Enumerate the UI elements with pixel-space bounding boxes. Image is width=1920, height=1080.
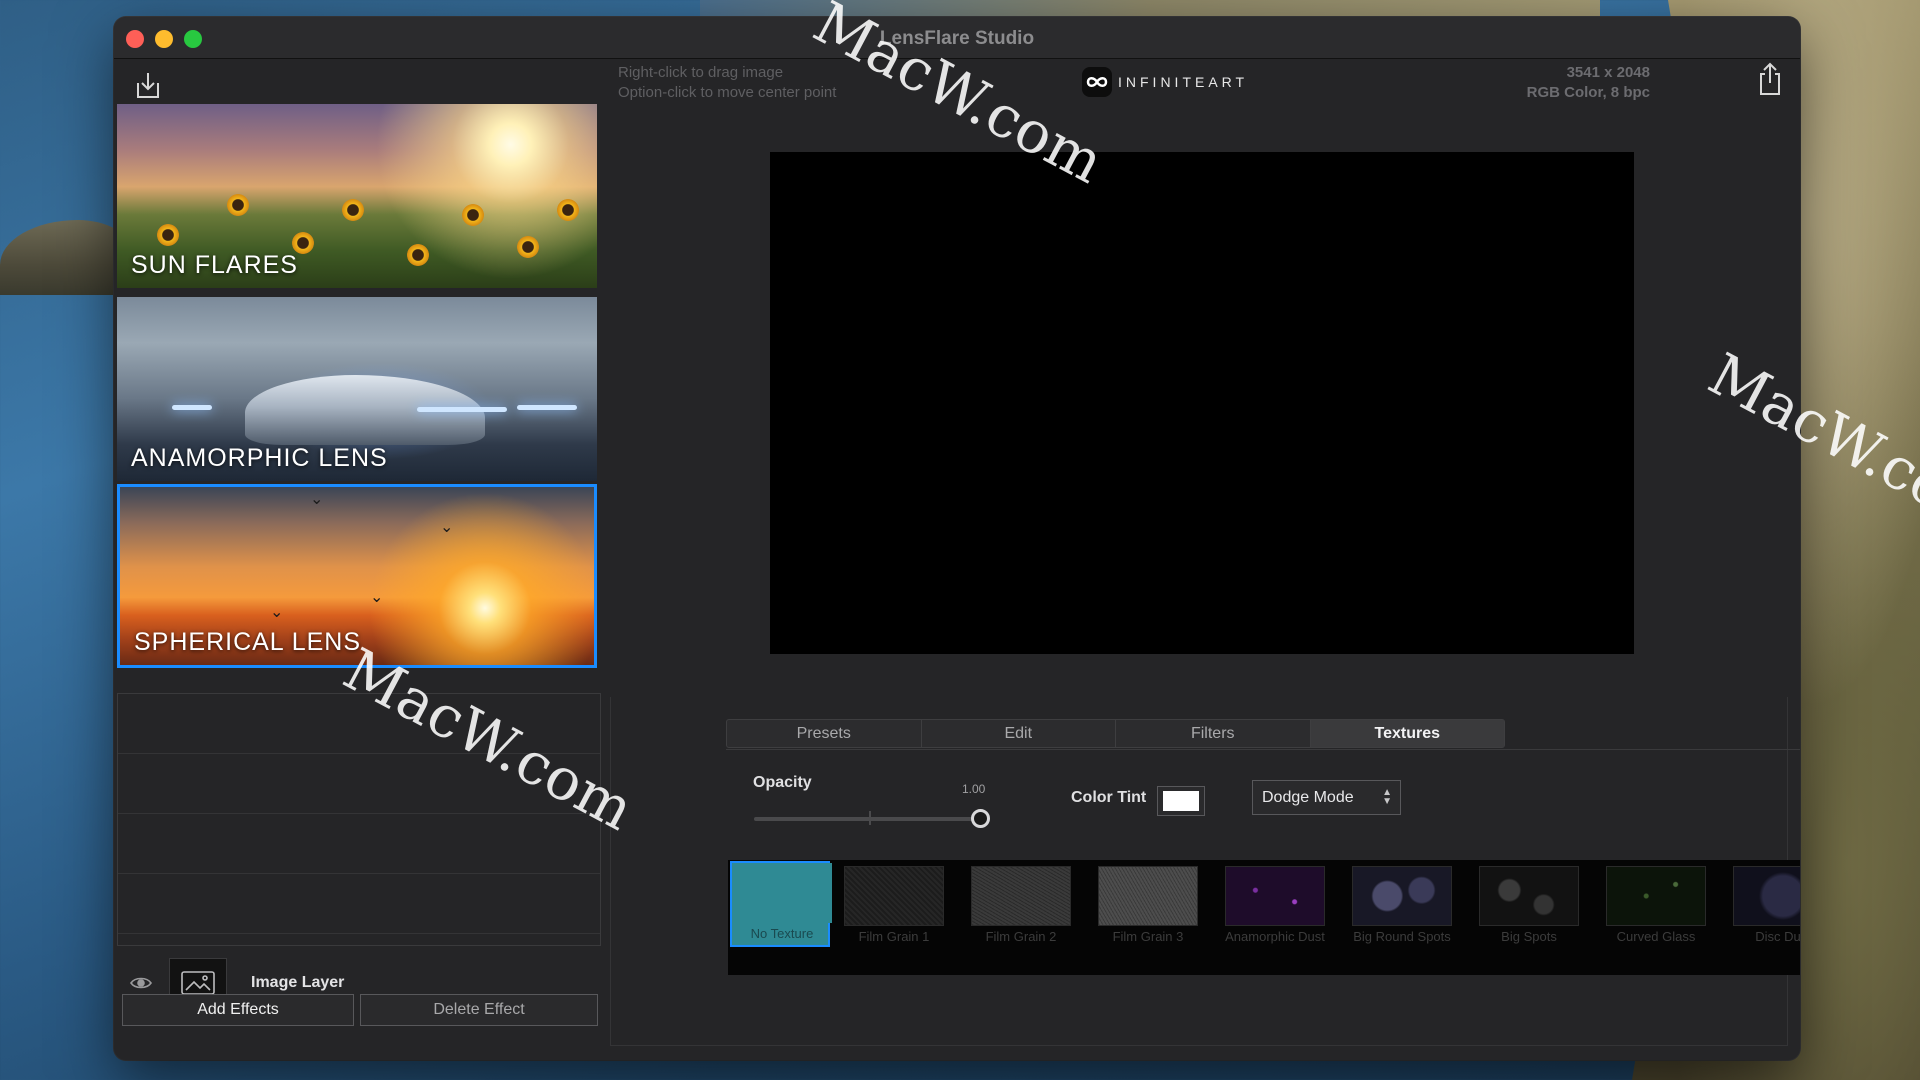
bird-decor: ⌄ [370, 589, 384, 606]
sunflower-decor [227, 194, 249, 216]
category-label: SUN FLARES [131, 251, 298, 279]
image-size: 3541 x 2048 [1566, 64, 1650, 81]
bird-decor: ⌄ [440, 519, 454, 536]
sunflower-decor [342, 199, 364, 221]
image-mode: RGB Color, 8 bpc [1526, 84, 1650, 101]
texture-label: Disc Dust [1755, 929, 1800, 944]
category-label: ANAMORPHIC LENS [131, 444, 388, 472]
tab-presets[interactable]: Presets [727, 720, 922, 747]
delete-effect-button[interactable]: Delete Effect [360, 994, 598, 1026]
texture-swatch [1606, 866, 1706, 926]
texture-label: Curved Glass [1616, 929, 1696, 944]
flare-streak [172, 405, 212, 410]
texture-strip: No Texture Film Grain 1 Film Grain 2 Fil… [728, 860, 1800, 975]
desktop-rock [0, 220, 130, 295]
opacity-slider-handle[interactable] [971, 809, 990, 828]
flare-streak [417, 407, 507, 412]
texture-label: No Texture [750, 926, 814, 941]
opacity-slider-tick [869, 811, 871, 825]
texture-swatch [732, 863, 832, 923]
opacity-slider-track[interactable] [754, 817, 982, 821]
layer-row[interactable] [118, 874, 600, 934]
texture-disc-dust[interactable]: Disc Dust [1733, 866, 1800, 948]
texture-swatch [971, 866, 1071, 926]
texture-film-grain-3[interactable]: Film Grain 3 [1098, 866, 1198, 948]
texture-swatch [1098, 866, 1198, 926]
sunflower-decor [407, 244, 429, 266]
texture-swatch [844, 866, 944, 926]
image-info: 3541 x 2048 RGB Color, 8 bpc [1527, 63, 1650, 103]
share-icon[interactable] [1756, 61, 1784, 97]
texture-anamorphic-dust[interactable]: Anamorphic Dust [1225, 866, 1325, 948]
texture-label: Film Grain 3 [1112, 929, 1184, 944]
canvas-hint: Right-click to drag image Option-click t… [618, 63, 836, 103]
texture-swatch [1479, 866, 1579, 926]
texture-film-grain-2[interactable]: Film Grain 2 [971, 866, 1071, 948]
window-title: LensFlare Studio [879, 28, 1035, 49]
bird-decor: ⌄ [310, 491, 324, 508]
texture-curved-glass[interactable]: Curved Glass [1606, 866, 1706, 948]
bird-decor: ⌄ [270, 604, 284, 621]
category-spherical-lens[interactable]: ⌄ ⌄ ⌄ ⌄ SPHERICAL LENS [117, 484, 597, 668]
tab-bar: Presets Edit Filters Textures [726, 719, 1505, 748]
hint-line-2: Option-click to move center point [618, 84, 837, 101]
add-effects-button[interactable]: Add Effects [122, 994, 354, 1026]
blend-mode-value: Dodge Mode [1262, 788, 1354, 806]
color-tint-swatch[interactable] [1157, 786, 1205, 816]
image-layer-label: Image Layer [251, 974, 345, 991]
color-tint-label: Color Tint [1071, 789, 1147, 806]
texture-swatch [1225, 866, 1325, 926]
tab-textures[interactable]: Textures [1310, 720, 1504, 747]
sunflower-decor [557, 199, 579, 221]
effect-category-list: SUN FLARES ANAMORPHIC LENS ⌄ ⌄ ⌄ ⌄ SPHER… [117, 104, 597, 673]
brand-text: INFINITEART [1118, 74, 1249, 90]
category-label: SPHERICAL LENS [134, 628, 362, 656]
layer-row[interactable] [118, 814, 600, 874]
sunflower-decor [157, 224, 179, 246]
texture-swatch [1352, 866, 1452, 926]
brand-logo: INFINITEART [1082, 67, 1248, 97]
hint-line-1: Right-click to drag image [618, 64, 784, 81]
texture-label: Film Grain 1 [858, 929, 930, 944]
infinity-icon [1082, 67, 1112, 97]
eye-icon[interactable] [129, 975, 153, 991]
texture-no-texture[interactable]: No Texture [730, 861, 832, 947]
tabs-divider [726, 749, 1800, 750]
texture-film-grain-1[interactable]: Film Grain 1 [844, 866, 944, 948]
sunflower-decor [517, 236, 539, 258]
texture-label: Film Grain 2 [985, 929, 1057, 944]
flare-streak [517, 405, 577, 410]
updown-arrows-icon: ▲ ▼ [1382, 787, 1392, 807]
image-preview-canvas[interactable] [770, 152, 1634, 654]
category-sun-flares[interactable]: SUN FLARES [117, 104, 597, 288]
texture-big-spots[interactable]: Big Spots [1479, 866, 1579, 948]
tab-edit[interactable]: Edit [922, 720, 1116, 747]
tab-filters[interactable]: Filters [1116, 720, 1311, 747]
opacity-label: Opacity [753, 774, 812, 791]
sunflower-decor [462, 204, 484, 226]
blend-mode-select[interactable]: Dodge Mode ▲ ▼ [1252, 780, 1401, 815]
texture-big-round-spots[interactable]: Big Round Spots [1352, 866, 1452, 948]
texture-label: Anamorphic Dust [1225, 929, 1325, 944]
opacity-value: 1.00 [962, 782, 986, 796]
app-window: LensFlare Studio Right-click to drag ima… [114, 17, 1800, 1060]
texture-label: Big Round Spots [1353, 929, 1451, 944]
import-icon[interactable] [134, 69, 162, 101]
image-icon [181, 971, 215, 995]
category-anamorphic-lens[interactable]: ANAMORPHIC LENS [117, 297, 597, 481]
texture-label: Big Spots [1501, 929, 1557, 944]
texture-swatch [1733, 866, 1800, 926]
color-tint-color [1163, 791, 1199, 811]
